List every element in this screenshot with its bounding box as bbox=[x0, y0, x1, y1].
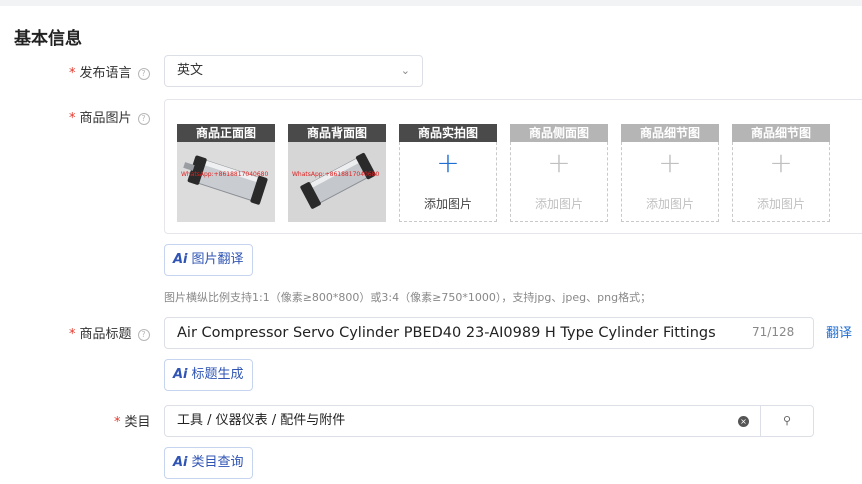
image-slot-detail-1: 商品细节图 + 添加图片 bbox=[621, 124, 719, 222]
product-title-input[interactable]: Air Compressor Servo Cylinder PBED40 23-… bbox=[164, 317, 814, 349]
image-slot-front[interactable]: 商品正面图 WhatsApp:+8618817040680 bbox=[177, 124, 275, 222]
image-slot-detail-2: 商品细节图 + 添加图片 bbox=[732, 124, 830, 222]
ai-icon: Ai bbox=[173, 455, 188, 470]
cylinder-photo bbox=[288, 142, 386, 222]
add-image-label: 添加图片 bbox=[423, 197, 472, 211]
add-image-label: 添加图片 bbox=[756, 197, 805, 211]
required-mark: * bbox=[69, 66, 76, 81]
category-query-label: 类目查询 bbox=[191, 455, 244, 470]
title-generate-label: 标题生成 bbox=[191, 367, 244, 382]
plus-icon: + bbox=[547, 146, 571, 179]
image-slot-back[interactable]: 商品背面图 WhatsApp:+8618817040680 bbox=[288, 124, 386, 222]
help-icon[interactable]: ? bbox=[137, 113, 150, 125]
language-label-row: * 发布语言? bbox=[69, 62, 150, 81]
category-query-button[interactable]: Ai 类目查询 bbox=[164, 447, 253, 479]
image-upload-panel: 商品正面图 WhatsApp:+8618817040680 商品背面图 What… bbox=[164, 99, 862, 234]
required-mark: * bbox=[114, 415, 121, 430]
upload-dropzone: + 添加图片 bbox=[621, 142, 719, 222]
image-slot-side: 商品侧面图 + 添加图片 bbox=[510, 124, 608, 222]
title-generate-button[interactable]: Ai 标题生成 bbox=[164, 359, 253, 391]
slot-caption: 商品侧面图 bbox=[510, 124, 608, 142]
add-image-label: 添加图片 bbox=[534, 197, 583, 211]
clear-icon[interactable]: × bbox=[738, 416, 749, 427]
image-translate-label: 图片翻译 bbox=[191, 252, 244, 267]
watermark-text: WhatsApp:+8618817040680 bbox=[292, 171, 380, 178]
ai-icon: Ai bbox=[173, 252, 188, 267]
category-label-row: * 类目 bbox=[114, 411, 151, 430]
help-icon[interactable]: ? bbox=[137, 329, 150, 341]
upload-dropzone: + 添加图片 bbox=[732, 142, 830, 222]
ai-icon: Ai bbox=[173, 367, 188, 382]
category-label: 类目 bbox=[124, 415, 151, 430]
section-title: 基本信息 bbox=[14, 29, 82, 49]
language-select[interactable]: 英文 ⌄ bbox=[164, 55, 423, 87]
top-divider bbox=[0, 0, 862, 6]
plus-icon: + bbox=[658, 146, 682, 179]
required-mark: * bbox=[69, 327, 76, 342]
translate-link[interactable]: 翻译 bbox=[826, 322, 852, 341]
images-label-row: * 商品图片? bbox=[69, 107, 150, 126]
slot-caption: 商品正面图 bbox=[177, 124, 275, 142]
language-value: 英文 bbox=[177, 63, 204, 78]
upload-dropzone: + 添加图片 bbox=[510, 142, 608, 222]
plus-icon: + bbox=[436, 146, 460, 179]
slot-caption: 商品背面图 bbox=[288, 124, 386, 142]
title-label-row: * 商品标题? bbox=[69, 323, 150, 342]
help-icon[interactable]: ? bbox=[137, 68, 150, 80]
add-image-label: 添加图片 bbox=[645, 197, 694, 211]
required-mark: * bbox=[69, 111, 76, 126]
slot-caption: 商品实拍图 bbox=[399, 124, 497, 142]
category-search-button[interactable]: ⚲ bbox=[760, 405, 814, 437]
language-label: 发布语言 bbox=[79, 66, 132, 81]
chevron-down-icon: ⌄ bbox=[400, 64, 410, 77]
search-icon: ⚲ bbox=[782, 414, 792, 427]
title-label: 商品标题 bbox=[79, 327, 132, 342]
product-photo-front: WhatsApp:+8618817040680 bbox=[177, 142, 275, 222]
slot-caption: 商品细节图 bbox=[732, 124, 830, 142]
images-label: 商品图片 bbox=[79, 111, 132, 126]
product-photo-back: WhatsApp:+8618817040680 bbox=[288, 142, 386, 222]
upload-dropzone[interactable]: + 添加图片 bbox=[399, 142, 497, 222]
slot-caption: 商品细节图 bbox=[621, 124, 719, 142]
plus-icon: + bbox=[769, 146, 793, 179]
title-char-counter: 71/128 bbox=[752, 325, 795, 339]
image-hint: 图片横纵比例支持1:1（像素≥800*800）或3:4（像素≥750*1000）… bbox=[164, 291, 652, 304]
category-input[interactable]: 工具 / 仪器仪表 / 配件与附件 bbox=[164, 405, 761, 437]
image-translate-button[interactable]: Ai 图片翻译 bbox=[164, 244, 253, 276]
cylinder-photo bbox=[177, 142, 275, 222]
watermark-text: WhatsApp:+8618817040680 bbox=[181, 171, 269, 178]
image-slot-live[interactable]: 商品实拍图 + 添加图片 bbox=[399, 124, 497, 222]
